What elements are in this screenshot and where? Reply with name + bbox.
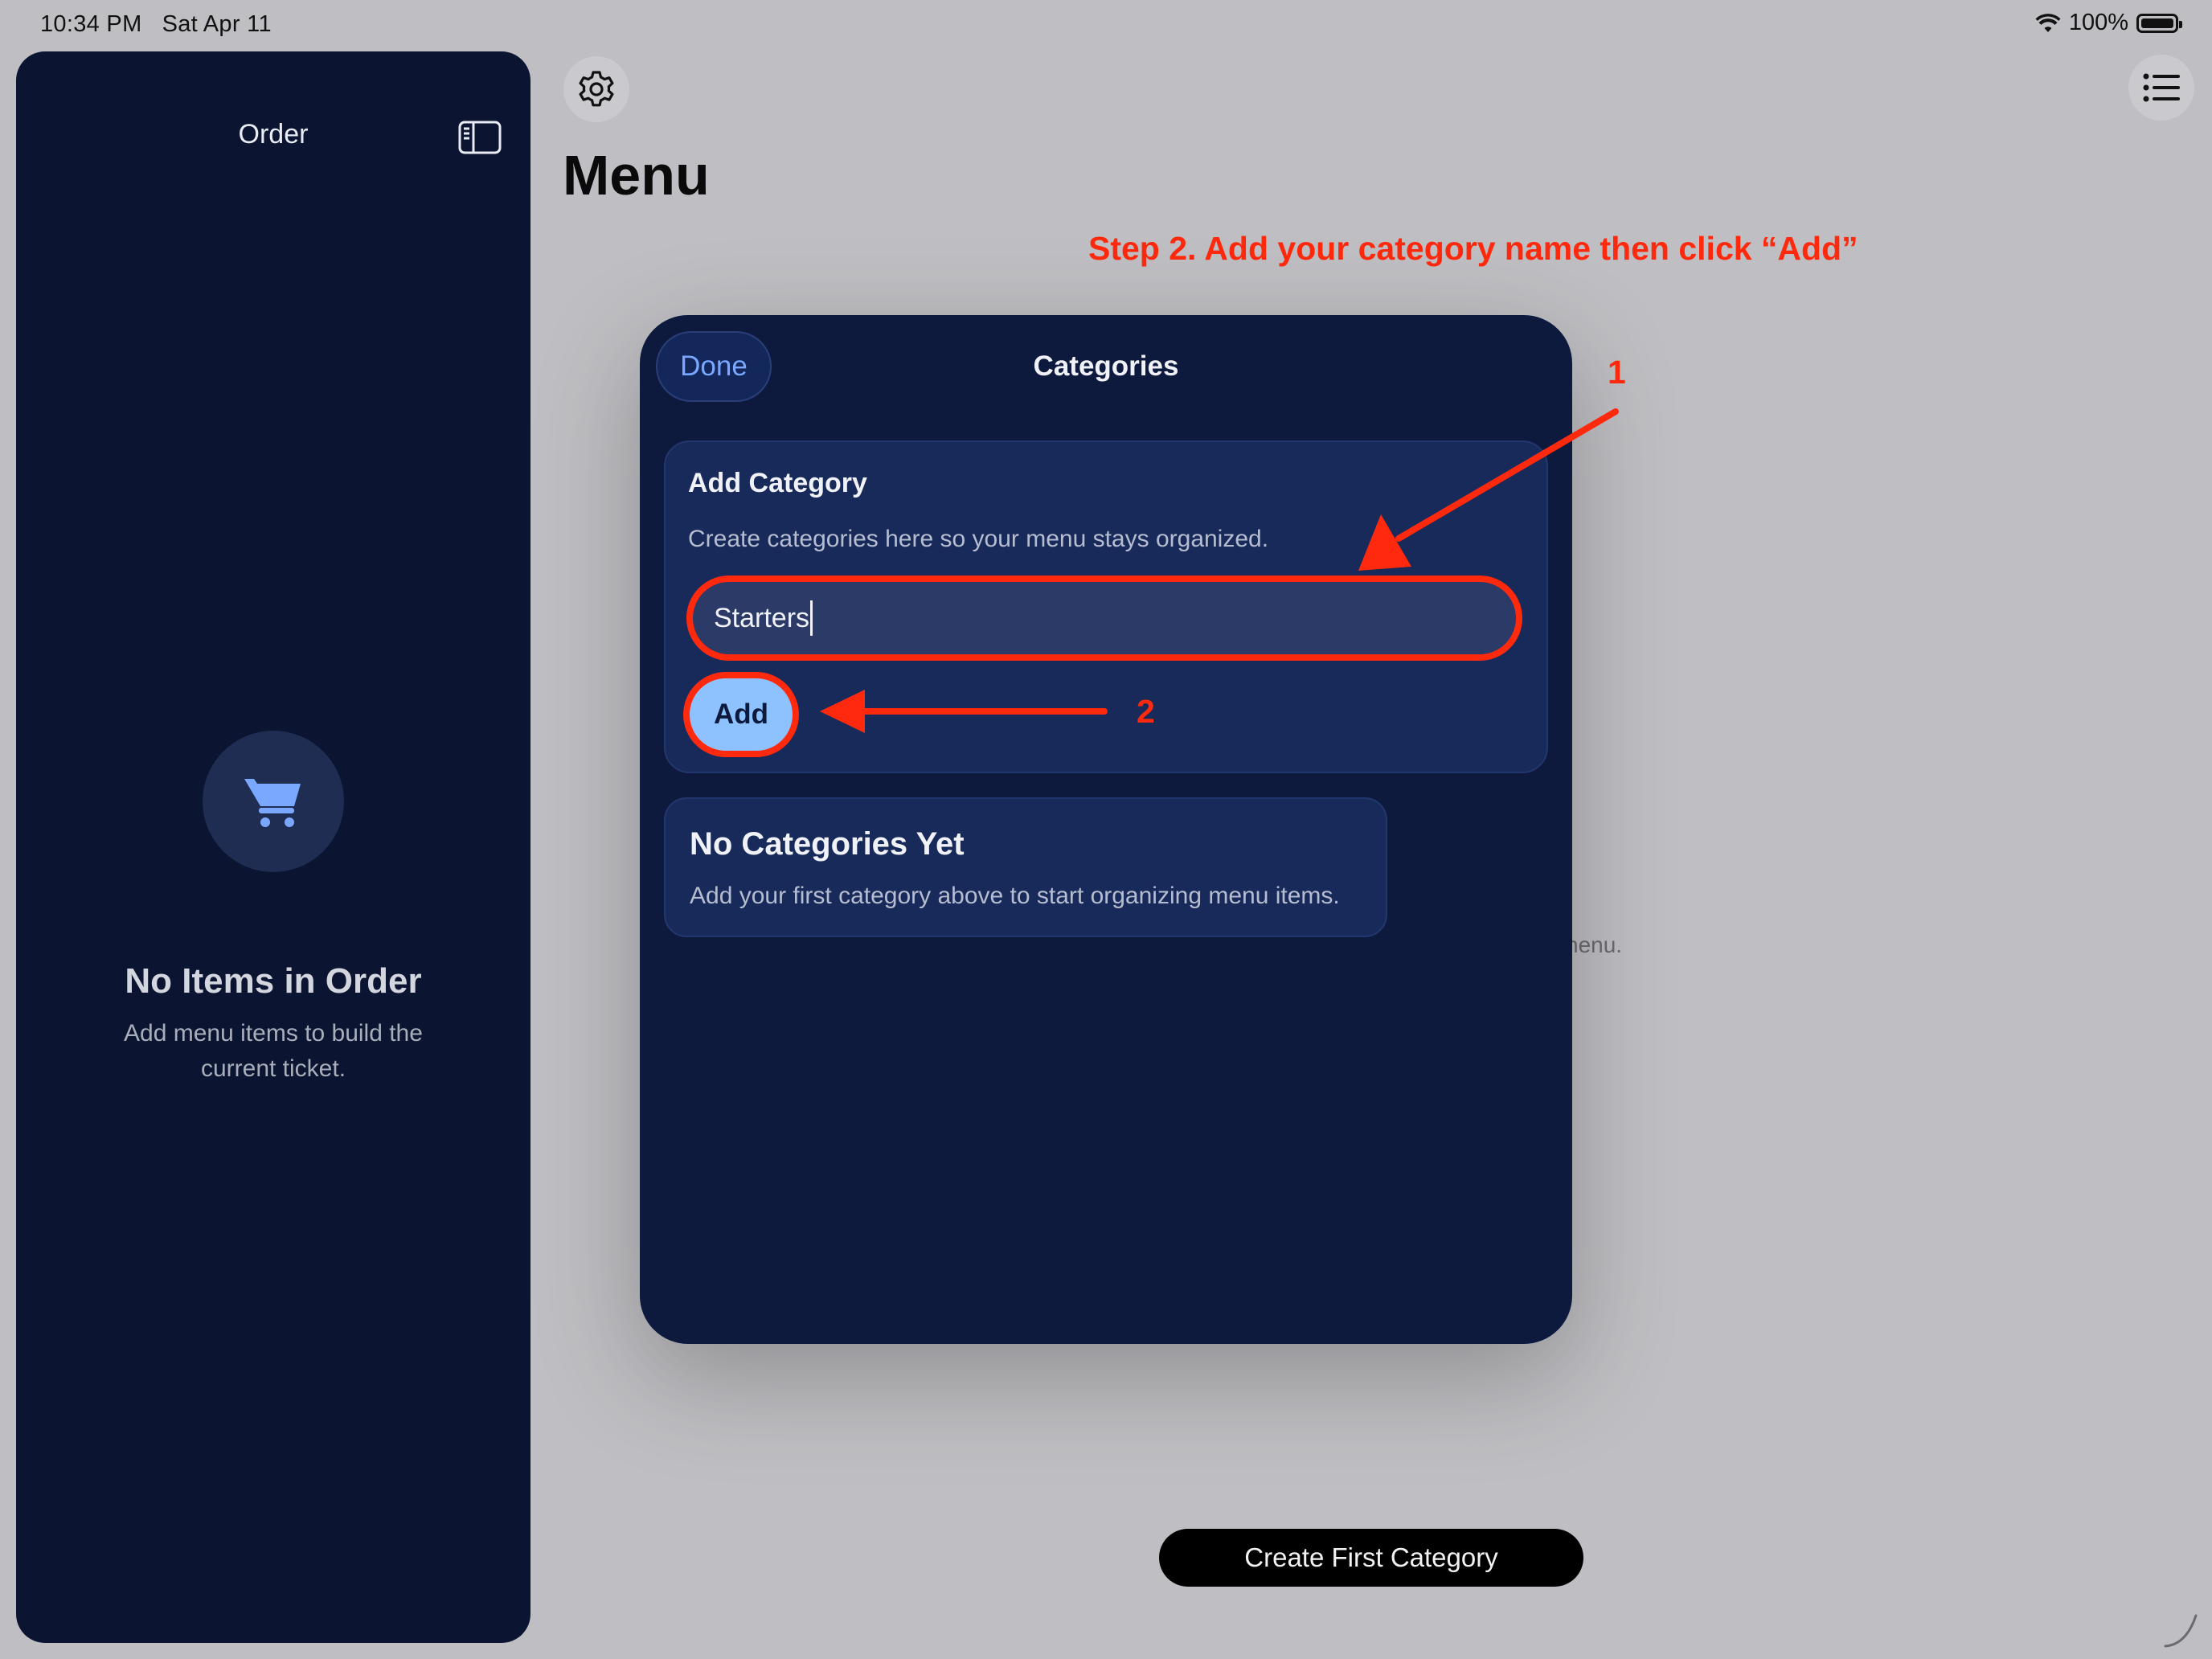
no-categories-title: No Categories Yet	[690, 826, 965, 862]
empty-order-title: No Items in Order	[125, 961, 422, 1001]
battery-percent: 100%	[2068, 10, 2128, 35]
add-category-card: Add Category Create categories here so y…	[664, 440, 1548, 773]
text-caret	[810, 600, 813, 636]
sidebar-toggle-icon[interactable]	[458, 121, 502, 154]
no-categories-card: No Categories Yet Add your first categor…	[664, 797, 1387, 937]
create-first-category-button[interactable]: Create First Category	[1159, 1529, 1583, 1587]
resize-handle-icon	[2164, 1614, 2198, 1648]
list-icon	[2143, 73, 2180, 102]
status-indicators: 100%	[2035, 10, 2182, 36]
page-title: Menu	[563, 144, 710, 207]
background-text: nenu.	[1566, 932, 1623, 957]
sheet-title: Categories	[1033, 350, 1179, 382]
annotation-marker-2: 2	[1137, 693, 1155, 730]
wifi-icon	[2035, 13, 2061, 32]
gear-icon	[579, 71, 614, 107]
cart-icon	[244, 779, 301, 827]
annotation-marker-1: 1	[1608, 354, 1626, 391]
category-name-value: Starters	[714, 602, 810, 633]
add-category-title: Add Category	[688, 468, 867, 498]
status-time: 10:34 PM Sat Apr 11	[40, 11, 272, 37]
battery-icon	[2136, 13, 2182, 33]
add-category-button[interactable]: Add	[683, 672, 799, 757]
sidebar-title: Order	[238, 119, 309, 150]
tutorial-instruction: Step 2. Add your category name then clic…	[1088, 230, 1858, 267]
empty-order-subtitle: Add menu items to build the current tick…	[124, 1020, 423, 1082]
no-categories-subtitle: Add your first category above to start o…	[690, 883, 1340, 909]
list-view-button[interactable]	[2128, 55, 2194, 121]
categories-sheet: Done Categories Add Category Create cate…	[640, 315, 1572, 1344]
settings-button[interactable]	[563, 56, 629, 122]
order-sidebar: Order No Items in Order Add menu items t…	[16, 51, 530, 1643]
cart-badge	[203, 731, 344, 872]
add-category-description: Create categories here so your menu stay…	[688, 526, 1269, 552]
category-name-input[interactable]: Starters	[686, 576, 1522, 661]
